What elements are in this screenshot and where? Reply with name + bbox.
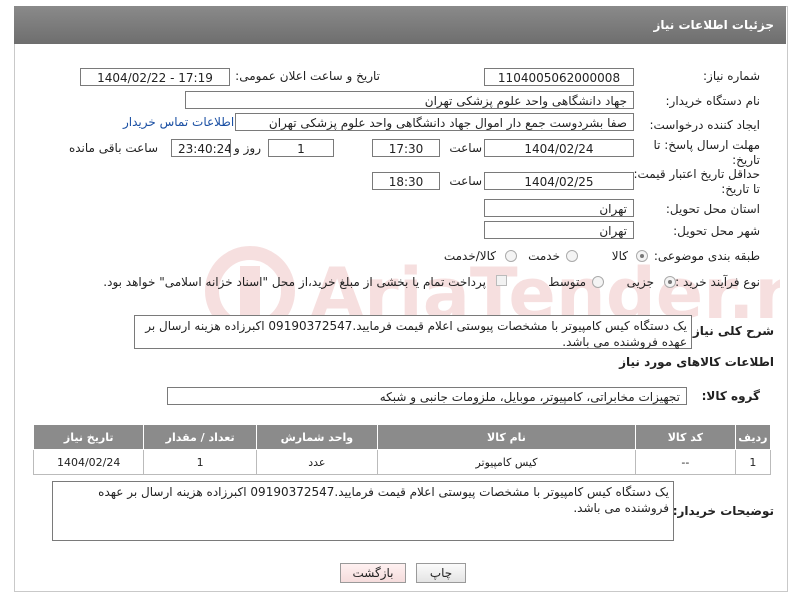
buyer-notes-label: توضیحات خریدار:: [672, 504, 774, 518]
days-field: 1: [268, 139, 334, 157]
validity-date-field: 1404/02/25: [484, 172, 634, 190]
treasury-payment-note: پرداخت تمام یا بخشی از مبلغ خرید،از محل …: [103, 275, 486, 289]
creator-label: ایجاد کننده درخواست:: [649, 118, 760, 132]
cell-unit: عدد: [255, 449, 378, 475]
print-button[interactable]: چاپ: [416, 563, 466, 583]
city-label: شهر محل تحویل:: [673, 224, 760, 238]
process-medium-label: متوسط: [548, 275, 586, 289]
deadline-time-field: 17:30: [372, 139, 440, 157]
category-goods-label: کالا: [611, 249, 628, 263]
creator-field: صفا بشردوست جمع دار اموال جهاد دانشگاهی …: [235, 113, 634, 131]
category-label: طبقه بندی موضوعی:: [653, 249, 760, 263]
category-goods-radio[interactable]: [636, 250, 648, 262]
deadline-label-1: مهلت ارسال پاسخ: تا: [653, 138, 760, 152]
validity-time-field: 18:30: [372, 172, 440, 190]
buyer-notes-textarea[interactable]: یک دستگاه کیس کامپیوتر با مشخصات پیوستی …: [52, 481, 674, 541]
col-unit: واحد شمارش: [255, 424, 378, 450]
back-button[interactable]: بازگشت: [340, 563, 406, 583]
remaining-label: ساعت باقی مانده: [68, 141, 158, 155]
deadline-time-label: ساعت: [449, 141, 482, 155]
city-field: تهران: [484, 221, 634, 239]
announce-label: تاریخ و ساعت اعلان عمومی:: [235, 69, 380, 83]
cell-name: کیس کامپیوتر: [376, 449, 637, 475]
table-row: 1 -- کیس کامپیوتر عدد 1 1404/02/24: [32, 449, 772, 475]
col-name: نام کالا: [376, 424, 637, 450]
days-label: روز و: [234, 141, 261, 155]
col-qty: تعداد / مقدار: [143, 424, 257, 450]
validity-label-1: حداقل تاریخ اعتبار قیمت:: [633, 167, 760, 181]
deadline-date-field: 1404/02/24: [484, 139, 634, 157]
panel-title: جزئیات اطلاعات نیاز: [653, 18, 774, 32]
need-number-field: 1104005062000008: [484, 68, 634, 86]
description-textarea[interactable]: یک دستگاه کیس کامپیوتر با مشخصات پیوستی …: [134, 315, 692, 349]
cell-date: 1404/02/24: [32, 449, 145, 475]
category-service-radio[interactable]: [566, 250, 578, 262]
buyer-org-label: نام دستگاه خریدار:: [665, 94, 761, 108]
process-medium-radio[interactable]: [592, 276, 604, 288]
description-label: شرح کلی نیاز:: [688, 324, 774, 338]
col-row: ردیف: [734, 424, 772, 450]
remaining-time-field: 23:40:24: [171, 139, 231, 157]
province-label: استان محل تحویل:: [665, 202, 760, 216]
cell-code: --: [635, 449, 736, 475]
panel-header: جزئیات اطلاعات نیاز: [14, 6, 786, 44]
cell-row: 1: [734, 449, 772, 475]
treasury-payment-checkbox[interactable]: [496, 275, 507, 286]
buyer-org-field: جهاد دانشگاهی واحد علوم پزشکی تهران: [185, 91, 634, 109]
goods-table-header: ردیف کد کالا نام کالا واحد شمارش تعداد /…: [32, 424, 772, 450]
need-number-label: شماره نیاز:: [703, 69, 760, 83]
goods-group-field: تجهیزات مخابراتی، کامپیوتر، موبایل، ملزو…: [167, 387, 687, 405]
process-minor-label: جزیی: [626, 275, 654, 289]
contact-info-link[interactable]: اطلاعات تماس خریدار: [123, 115, 234, 129]
validity-time-label: ساعت: [449, 174, 482, 188]
validity-label-2: تا تاریخ:: [721, 182, 760, 196]
goods-group-label: گروه کالا:: [701, 389, 760, 403]
announce-field: 1404/02/22 - 17:19: [80, 68, 230, 86]
deadline-label-2: تاریخ:: [732, 153, 760, 167]
col-date: تاریخ نیاز: [32, 424, 145, 450]
category-both-radio[interactable]: [505, 250, 517, 262]
process-minor-radio[interactable]: [664, 276, 676, 288]
province-field: تهران: [484, 199, 634, 217]
process-label: نوع فرآیند خرید :: [675, 275, 760, 289]
cell-qty: 1: [143, 449, 257, 475]
goods-section-title: اطلاعات کالاهای مورد نیاز: [619, 355, 774, 369]
category-both-label: کالا/خدمت: [443, 249, 496, 263]
col-code: کد کالا: [635, 424, 736, 450]
category-service-label: خدمت: [528, 249, 560, 263]
goods-table: ردیف کد کالا نام کالا واحد شمارش تعداد /…: [32, 424, 772, 475]
